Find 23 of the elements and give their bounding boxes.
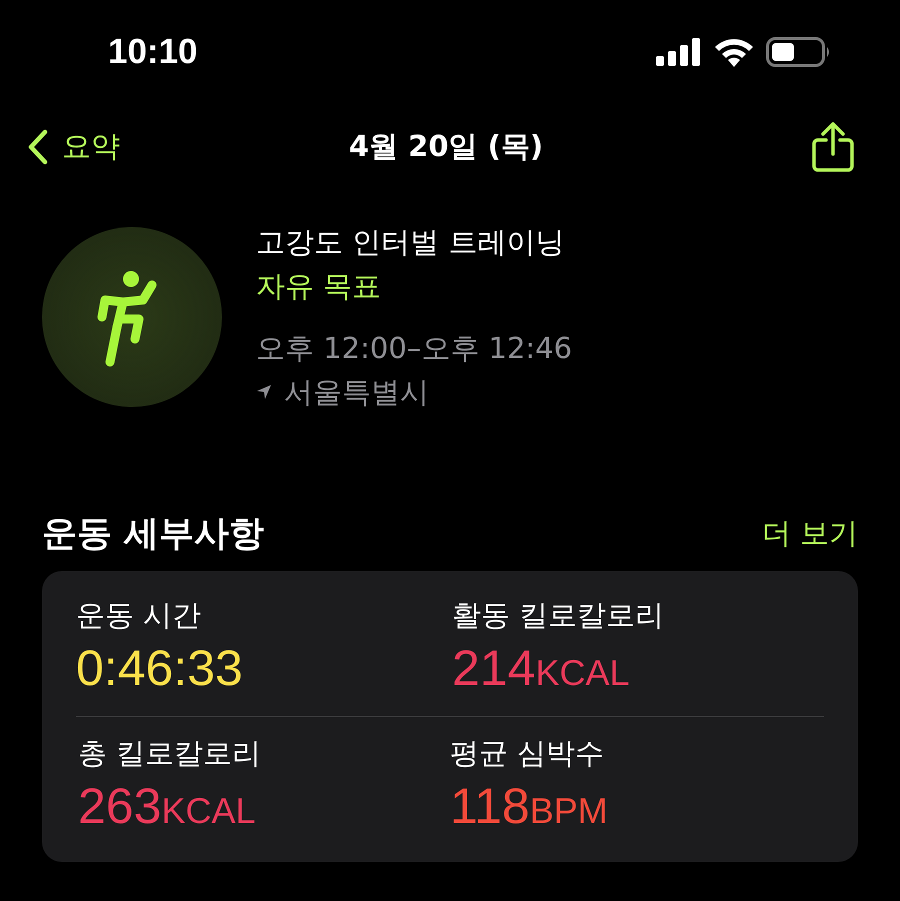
metric-label: 평균 심박수 <box>450 735 606 772</box>
workout-location: 서울특별시 <box>284 374 429 411</box>
battery-icon <box>766 37 832 67</box>
workout-goal: 자유 목표 <box>256 268 382 305</box>
section-title: 운동 세부사항 <box>42 513 264 556</box>
wifi-icon <box>714 37 754 67</box>
share-icon[interactable] <box>812 122 854 172</box>
status-time: 10:10 <box>108 32 198 72</box>
metric-value: 214KCAL <box>452 639 630 698</box>
metric-label: 총 킬로칼로리 <box>78 735 262 772</box>
location-arrow-icon <box>256 384 272 400</box>
metric-label: 활동 킬로칼로리 <box>452 597 666 634</box>
workout-time-range: 오후 12:00–오후 12:46 <box>256 330 572 367</box>
metric-label: 운동 시간 <box>76 597 202 634</box>
page-title: 4월 20일 (목) <box>348 128 544 165</box>
back-button[interactable]: 요약 <box>28 127 120 167</box>
workout-name: 고강도 인터벌 트레이닝 <box>256 224 566 261</box>
metric-value: 263KCAL <box>78 777 256 836</box>
metric-value: 118BPM <box>450 777 609 836</box>
signal-icon <box>656 38 702 66</box>
more-link[interactable]: 더 보기 <box>762 514 858 554</box>
chevron-left-icon[interactable] <box>28 129 48 165</box>
metric-value: 0:46:33 <box>76 639 244 698</box>
